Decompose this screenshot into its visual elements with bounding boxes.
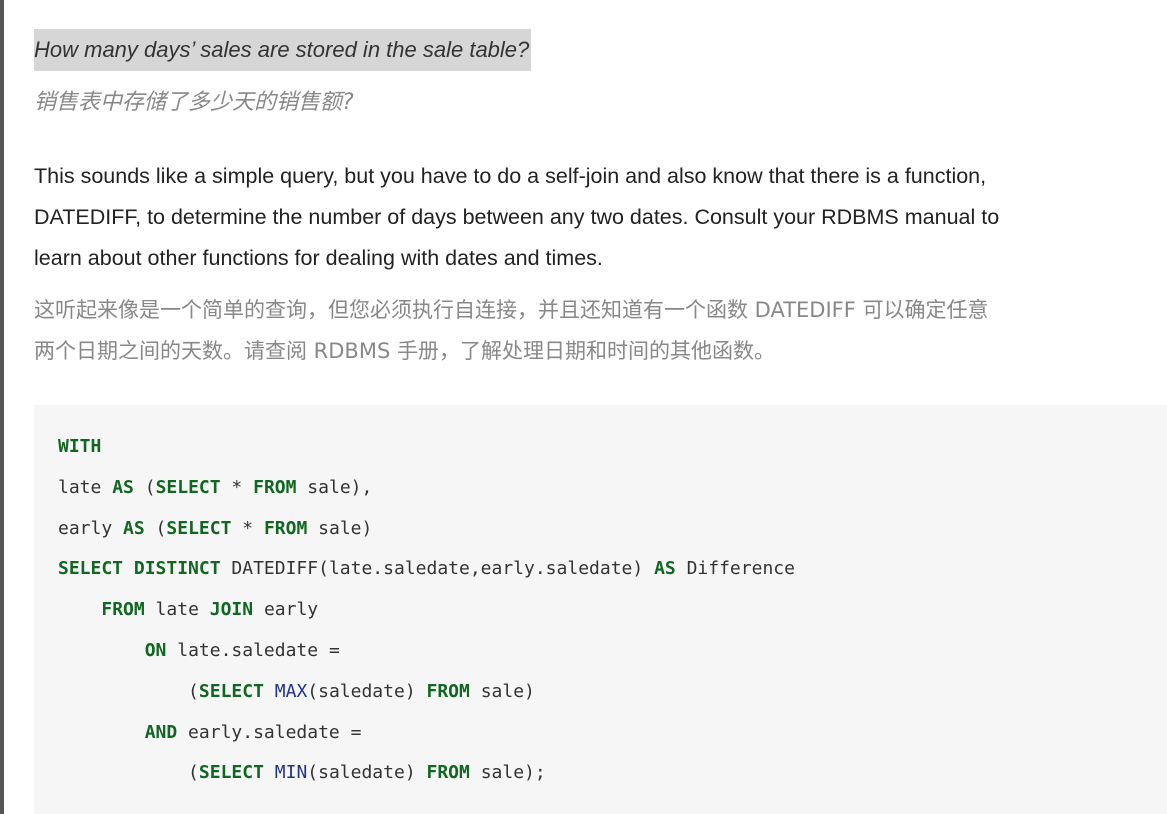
code-text: * xyxy=(231,517,264,539)
code-text: late.saledate = xyxy=(166,639,340,661)
code-text: ( xyxy=(58,762,199,784)
sql-keyword: JOIN xyxy=(209,599,254,621)
code-line: SELECT DISTINCT DATEDIFF(late.saledate,e… xyxy=(58,549,795,590)
sql-code: WITH late AS (SELECT * FROM sale), early A… xyxy=(58,427,795,794)
code-line: FROM late JOIN early xyxy=(58,590,795,631)
code-line: (SELECT MAX(saledate) FROM sale) xyxy=(58,672,795,713)
paragraph-line: 两个日期之间的天数。请查阅 RDBMS 手册，了解处理日期和时间的其他函数。 xyxy=(34,339,775,363)
code-text: ( xyxy=(144,517,167,539)
sql-keyword: AS xyxy=(123,517,145,539)
sql-keyword: ON xyxy=(144,639,167,661)
code-text: early.saledate = xyxy=(177,721,362,743)
code-text: (saledate) xyxy=(307,680,427,702)
paragraph-line: This sounds like a simple query, but you… xyxy=(34,164,987,188)
code-line: AND early.saledate = xyxy=(58,713,795,754)
sql-keyword: FROM xyxy=(426,762,470,784)
sql-keyword: AS xyxy=(654,558,676,580)
sql-keyword: SELECT xyxy=(198,762,264,784)
sql-function: MAX xyxy=(274,680,308,702)
code-text: sale) xyxy=(307,517,373,539)
code-line: WITH xyxy=(58,427,795,468)
question-heading-zh: 销售表中存储了多少天的销售额? xyxy=(34,90,354,115)
sql-keyword: SELECT xyxy=(155,476,221,498)
sql-keyword: FROM xyxy=(101,599,145,621)
explanation-paragraph-zh: 这听起来像是一个简单的查询，但您必须执行自连接，并且还知道有一个函数 DATED… xyxy=(34,290,1154,372)
sql-keyword: FROM xyxy=(426,680,470,702)
sql-keyword: DISTINCT xyxy=(133,558,221,580)
left-border xyxy=(0,0,4,814)
code-text: DATEDIFF(late.saledate,early.saledate) xyxy=(220,558,655,580)
sql-keyword: FROM xyxy=(253,476,297,498)
code-line: early AS (SELECT * FROM sale) xyxy=(58,509,795,550)
code-text: ( xyxy=(58,680,199,702)
code-text: * xyxy=(220,476,254,498)
question-heading-en: How many days’ sales are stored in the s… xyxy=(34,29,532,71)
code-text: ( xyxy=(133,476,156,498)
paragraph-line: 这听起来像是一个简单的查询，但您必须执行自连接，并且还知道有一个函数 DATED… xyxy=(34,298,989,322)
code-line: ON late.saledate = xyxy=(58,631,795,672)
code-text: early xyxy=(253,599,319,621)
sql-keyword: SELECT xyxy=(166,517,232,539)
code-text: early xyxy=(58,517,124,539)
paragraph-line: DATEDIFF, to determine the number of day… xyxy=(34,205,1000,229)
sql-keyword: AS xyxy=(112,476,134,498)
code-text: late xyxy=(58,476,113,498)
code-text: late xyxy=(144,599,210,621)
paragraph-line: learn about other functions for dealing … xyxy=(34,246,603,270)
document-page: How many days’ sales are stored in the s… xyxy=(0,0,1167,814)
explanation-paragraph-en: This sounds like a simple query, but you… xyxy=(34,156,1154,279)
code-text: sale); xyxy=(469,762,546,784)
code-text: sale), xyxy=(296,476,373,498)
sql-keyword: AND xyxy=(144,721,178,743)
code-text: Difference xyxy=(675,558,795,580)
sql-code-block[interactable]: WITH late AS (SELECT * FROM sale), early A… xyxy=(34,405,1167,814)
sql-keyword: WITH xyxy=(58,436,102,457)
code-text: (saledate) xyxy=(307,762,427,784)
code-line: (SELECT MIN(saledate) FROM sale); xyxy=(58,753,795,794)
code-line: late AS (SELECT * FROM sale), xyxy=(58,468,795,509)
sql-keyword: SELECT xyxy=(58,558,124,580)
sql-function: MIN xyxy=(274,762,308,784)
sql-keyword: FROM xyxy=(263,517,308,539)
code-text: sale) xyxy=(469,680,535,702)
sql-keyword: SELECT xyxy=(198,680,264,702)
